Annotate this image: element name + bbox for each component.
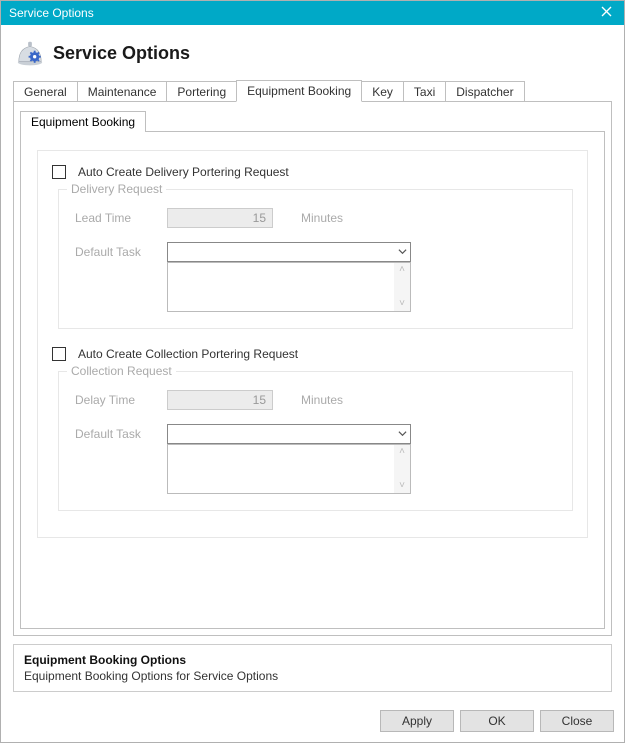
collection-default-task-combo[interactable] bbox=[167, 424, 411, 444]
lead-time-unit: Minutes bbox=[301, 211, 343, 225]
inner-tab-equipment-booking[interactable]: Equipment Booking bbox=[20, 111, 146, 132]
footer: Apply OK Close bbox=[1, 702, 624, 742]
delivery-request-group: Delivery Request Lead Time 15 Minutes De… bbox=[58, 189, 573, 329]
outer-tabs: General Maintenance Portering Equipment … bbox=[13, 79, 612, 101]
delay-time-row: Delay Time 15 Minutes bbox=[75, 390, 556, 410]
titlebar: Service Options bbox=[1, 1, 624, 25]
auto-create-delivery-label: Auto Create Delivery Portering Request bbox=[78, 165, 289, 179]
collection-request-group: Collection Request Delay Time 15 Minutes… bbox=[58, 371, 573, 511]
delay-time-label: Delay Time bbox=[75, 393, 167, 407]
delivery-request-legend: Delivery Request bbox=[67, 182, 166, 196]
tab-portering[interactable]: Portering bbox=[166, 81, 237, 102]
auto-create-delivery-checkbox[interactable] bbox=[52, 165, 66, 179]
description-title: Equipment Booking Options bbox=[24, 653, 601, 667]
collection-default-task-row: Default Task bbox=[75, 424, 556, 444]
inner-tabs: Equipment Booking bbox=[20, 110, 605, 131]
description-panel: Equipment Booking Options Equipment Book… bbox=[13, 644, 612, 692]
page-title: Service Options bbox=[53, 43, 190, 64]
content: Service Options General Maintenance Port… bbox=[1, 25, 624, 702]
delivery-list-scrollbar[interactable]: ˄ ˅ bbox=[394, 263, 410, 311]
auto-create-collection-row: Auto Create Collection Portering Request bbox=[52, 347, 573, 361]
service-options-icon bbox=[15, 39, 45, 67]
apply-button[interactable]: Apply bbox=[380, 710, 454, 732]
window: Service Options bbox=[0, 0, 625, 743]
chevron-down-icon bbox=[398, 245, 407, 259]
inner-tabpanel: Auto Create Delivery Portering Request D… bbox=[20, 131, 605, 629]
delivery-default-task-listbox[interactable]: ˄ ˅ bbox=[167, 262, 411, 312]
collection-list-area bbox=[168, 445, 394, 493]
delivery-default-task-row: Default Task bbox=[75, 242, 556, 262]
auto-create-collection-checkbox[interactable] bbox=[52, 347, 66, 361]
collection-request-legend: Collection Request bbox=[67, 364, 176, 378]
tab-dispatcher[interactable]: Dispatcher bbox=[445, 81, 524, 102]
close-icon bbox=[601, 6, 612, 20]
delay-time-unit: Minutes bbox=[301, 393, 343, 407]
tab-general[interactable]: General bbox=[13, 81, 78, 102]
tab-equipment-booking[interactable]: Equipment Booking bbox=[236, 80, 362, 102]
tab-maintenance[interactable]: Maintenance bbox=[77, 81, 168, 102]
lead-time-input[interactable]: 15 bbox=[167, 208, 273, 228]
delivery-default-task-label: Default Task bbox=[75, 245, 167, 259]
tab-taxi[interactable]: Taxi bbox=[403, 81, 446, 102]
tab-key[interactable]: Key bbox=[361, 81, 404, 102]
collection-default-task-listbox[interactable]: ˄ ˅ bbox=[167, 444, 411, 494]
delivery-default-task-combo[interactable] bbox=[167, 242, 411, 262]
collection-list-scrollbar[interactable]: ˄ ˅ bbox=[394, 445, 410, 493]
outer-tabpanel: Equipment Booking Auto Create Delivery P… bbox=[13, 101, 612, 636]
scroll-down-icon: ˅ bbox=[399, 481, 405, 491]
window-close-button[interactable] bbox=[588, 1, 624, 25]
description-text: Equipment Booking Options for Service Op… bbox=[24, 669, 601, 683]
inner-frame: Auto Create Delivery Portering Request D… bbox=[37, 150, 588, 538]
delay-time-input[interactable]: 15 bbox=[167, 390, 273, 410]
header: Service Options bbox=[13, 35, 612, 79]
lead-time-label: Lead Time bbox=[75, 211, 167, 225]
chevron-down-icon bbox=[398, 427, 407, 441]
lead-time-row: Lead Time 15 Minutes bbox=[75, 208, 556, 228]
auto-create-delivery-row: Auto Create Delivery Portering Request bbox=[52, 165, 573, 179]
window-title: Service Options bbox=[9, 6, 588, 20]
auto-create-collection-label: Auto Create Collection Portering Request bbox=[78, 347, 298, 361]
close-button[interactable]: Close bbox=[540, 710, 614, 732]
ok-button[interactable]: OK bbox=[460, 710, 534, 732]
scroll-up-icon: ˄ bbox=[399, 265, 405, 275]
delivery-list-area bbox=[168, 263, 394, 311]
scroll-down-icon: ˅ bbox=[399, 299, 405, 309]
collection-default-task-label: Default Task bbox=[75, 427, 167, 441]
scroll-up-icon: ˄ bbox=[399, 447, 405, 457]
